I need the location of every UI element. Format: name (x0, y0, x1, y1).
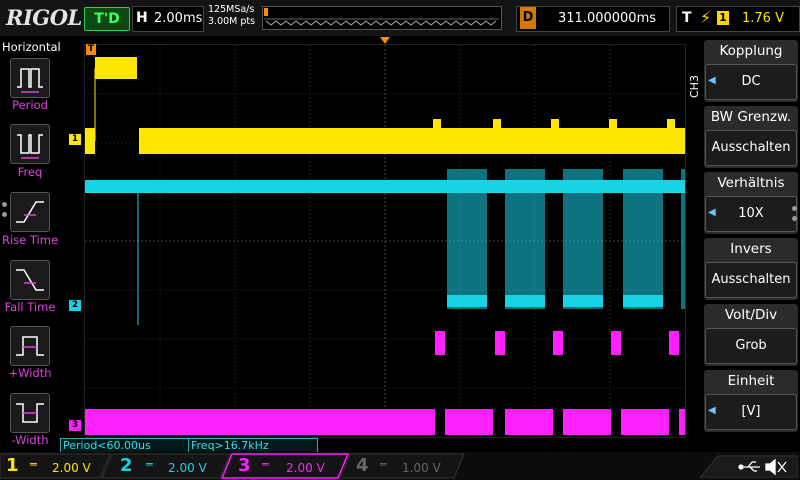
trigger-status-badge: T'D (84, 7, 130, 31)
menu-unit-title: Einheit (727, 373, 775, 389)
menu-ratio-title: Verhältnis (717, 175, 785, 191)
trigger-level-marker[interactable]: T (86, 44, 96, 55)
delay-value: 311.000000ms (558, 11, 657, 26)
positive-width-label[interactable]: +Width (0, 366, 62, 380)
delay-label: D (520, 7, 536, 29)
menu-arrow-icon: ◀ (708, 405, 716, 416)
channel-4-scale: 1.00 V (402, 461, 441, 475)
menu-invert-value[interactable]: Ausschalten (705, 262, 797, 298)
scroll-dot (2, 202, 7, 207)
menu-arrow-icon: ◀ (708, 75, 716, 86)
menu-coupling-value[interactable]: DC (705, 64, 797, 100)
negative-width-label[interactable]: -Width (0, 433, 62, 447)
rigol-logo: RIGOL (6, 5, 82, 30)
measure-panel-title: Horizontal (2, 40, 61, 54)
trigger-level: 1.76 V (742, 11, 784, 26)
trigger-label: T (682, 10, 692, 26)
menu-coupling-title: Kopplung (719, 43, 783, 59)
rise-time-icon[interactable] (10, 192, 50, 232)
channel-3-scale: 2.00 V (286, 461, 325, 475)
freq-label[interactable]: Freq (0, 165, 62, 179)
dc-coupling-icon: ═ (30, 458, 37, 471)
menu-ratio-value[interactable]: 10X (705, 196, 797, 232)
channel-1-marker[interactable]: 1 (69, 134, 81, 145)
timebase-label: H (136, 10, 148, 26)
period-icon[interactable] (10, 58, 50, 98)
memory-waveform-icon (264, 8, 499, 26)
channel-2-button[interactable]: 2 (120, 455, 133, 476)
channel-1-button[interactable]: 1 (6, 455, 19, 476)
channel-3-button[interactable]: 3 (238, 455, 251, 476)
menu-arrow-icon: ◀ (708, 207, 716, 218)
memory-overview-bar (262, 6, 502, 30)
menu-volt-div-title: Volt/Div (724, 307, 778, 323)
rise-time-label[interactable]: Rise Time (0, 233, 62, 247)
frequency-icon[interactable] (10, 124, 50, 164)
channel-2-scale: 2.00 V (168, 461, 207, 475)
period-label[interactable]: Period (0, 98, 62, 112)
positive-width-icon[interactable] (10, 326, 50, 366)
channel-1-scale: 2.00 V (52, 461, 91, 475)
trigger-position-marker[interactable] (380, 37, 390, 44)
channel-3-marker[interactable]: 3 (69, 420, 81, 431)
waveform-display[interactable] (84, 44, 686, 438)
dc-coupling-icon: ═ (146, 458, 153, 471)
channel-4-button[interactable]: 4 (356, 455, 369, 476)
scroll-dot (792, 216, 797, 221)
menu-bandwidth-title: BW Grenzw. (710, 109, 792, 125)
menu-unit-value[interactable]: [V] (705, 394, 797, 430)
channel-menu-title: CH3 (688, 75, 701, 98)
sample-rate: 125MSa/s (208, 4, 255, 15)
scroll-dot (2, 212, 7, 217)
waveform-canvas (85, 45, 685, 437)
negative-width-icon[interactable] (10, 393, 50, 433)
scroll-dot (792, 206, 797, 211)
memory-depth: 3.00M pts (208, 16, 256, 27)
timebase-value: 2.00ms (154, 11, 203, 26)
dc-coupling-icon: ═ (380, 458, 387, 471)
dc-coupling-icon: ═ (262, 458, 269, 471)
fall-time-icon[interactable] (10, 260, 50, 300)
menu-bandwidth-value[interactable]: Ausschalten (705, 130, 797, 166)
fall-time-label[interactable]: Fall Time (0, 300, 62, 314)
acquisition-info: 125MSa/s 3.00M pts (208, 4, 255, 28)
rising-edge-icon: ⚡ (700, 8, 712, 27)
menu-volt-div-value[interactable]: Grob (705, 328, 797, 364)
channel-2-marker[interactable]: 2 (69, 300, 81, 311)
menu-invert-title: Invers (730, 241, 772, 257)
trigger-source-badge: 1 (717, 11, 729, 25)
status-icons (700, 455, 798, 478)
